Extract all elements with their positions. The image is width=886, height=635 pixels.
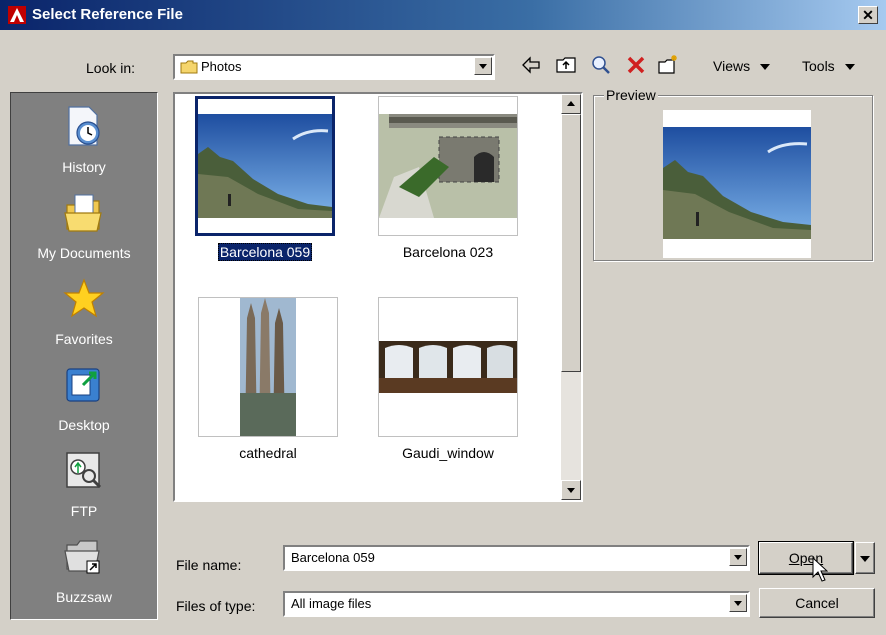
mouse-cursor-icon — [812, 557, 828, 582]
tools-label: Tools — [802, 58, 835, 74]
place-buzzsaw[interactable]: Buzzsaw — [11, 529, 157, 615]
favorites-icon — [63, 278, 105, 318]
look-in-label: Look in: — [86, 60, 136, 76]
open-options-button[interactable] — [855, 542, 875, 574]
views-menu[interactable]: Views — [713, 58, 771, 74]
look-in-value: Photos — [201, 59, 242, 74]
file-name-label: File name: — [176, 557, 242, 573]
place-label: Desktop — [58, 417, 110, 433]
place-label: My Documents — [37, 245, 131, 261]
photo-thumbnail-mountain — [198, 114, 332, 218]
file-list-scrollbar[interactable] — [561, 94, 581, 500]
preview-image — [663, 110, 811, 258]
place-history[interactable]: History — [11, 99, 157, 185]
file-name-value: Barcelona 059 — [291, 550, 375, 565]
preview-panel: Preview — [593, 87, 873, 261]
file-list[interactable]: Barcelona 059 Barcelona 023 cathedral Ga… — [173, 92, 583, 502]
close-button[interactable]: ✕ — [858, 6, 878, 24]
views-label: Views — [713, 58, 751, 74]
up-one-level-icon[interactable] — [555, 54, 577, 76]
history-icon — [68, 106, 100, 146]
tools-menu[interactable]: Tools — [802, 58, 855, 74]
file-type-dropdown-button[interactable] — [729, 594, 747, 612]
autocad-app-icon — [8, 6, 26, 24]
photo-thumbnail-park-guell — [379, 114, 517, 218]
look-in-dropdown-button[interactable] — [474, 57, 492, 75]
open-button[interactable]: Open — [758, 541, 854, 575]
photo-thumbnail-gaudi-window — [379, 341, 517, 393]
cancel-button[interactable]: Cancel — [759, 588, 875, 618]
buzzsaw-icon — [64, 540, 100, 574]
place-favorites[interactable]: Favorites — [11, 271, 157, 357]
scroll-down-button[interactable] — [561, 480, 581, 500]
place-my-documents[interactable]: My Documents — [11, 185, 157, 271]
place-ftp[interactable]: FTP — [11, 443, 157, 529]
file-type-value: All image files — [291, 596, 372, 611]
ftp-icon — [66, 452, 102, 489]
chevron-down-icon — [860, 556, 870, 562]
file-name[interactable]: Barcelona 023 — [368, 244, 528, 260]
place-label: FTP — [70, 503, 98, 519]
file-name[interactable]: Barcelona 059 — [185, 243, 345, 261]
file-thumbnail[interactable] — [195, 96, 335, 236]
views-dropdown-icon — [760, 64, 771, 71]
place-label: History — [62, 159, 106, 175]
place-label: Favorites — [55, 331, 113, 347]
photo-thumbnail-cathedral — [240, 298, 296, 436]
delete-icon[interactable] — [625, 54, 647, 76]
file-name[interactable]: Gaudi_window — [368, 445, 528, 461]
preview-label: Preview — [604, 87, 658, 103]
scroll-thumb[interactable] — [561, 114, 581, 372]
file-name-input[interactable]: Barcelona 059 — [283, 545, 750, 571]
look-in-dropdown[interactable]: Photos — [173, 54, 495, 80]
desktop-icon — [66, 368, 100, 402]
file-name[interactable]: cathedral — [188, 445, 348, 461]
file-name-dropdown-button[interactable] — [729, 548, 747, 566]
tools-dropdown-icon — [844, 64, 855, 71]
places-bar: History My Documents Favorites Desktop F… — [10, 92, 158, 620]
title-bar[interactable]: Select Reference File ✕ — [0, 0, 886, 30]
file-thumbnail[interactable] — [378, 297, 518, 437]
window-title: Select Reference File — [32, 6, 183, 23]
search-web-icon[interactable] — [590, 54, 612, 76]
file-thumbnail[interactable] — [198, 297, 338, 437]
place-label: Buzzsaw — [55, 589, 113, 605]
place-desktop[interactable]: Desktop — [11, 357, 157, 443]
file-thumbnail[interactable] — [378, 96, 518, 236]
back-icon[interactable] — [520, 54, 542, 76]
create-new-folder-icon[interactable] — [657, 54, 679, 76]
folder-icon — [180, 60, 198, 74]
my-documents-icon — [64, 194, 102, 232]
file-type-dropdown[interactable]: All image files — [283, 591, 750, 617]
scroll-up-button[interactable] — [561, 94, 581, 114]
file-type-label: Files of type: — [176, 598, 256, 614]
